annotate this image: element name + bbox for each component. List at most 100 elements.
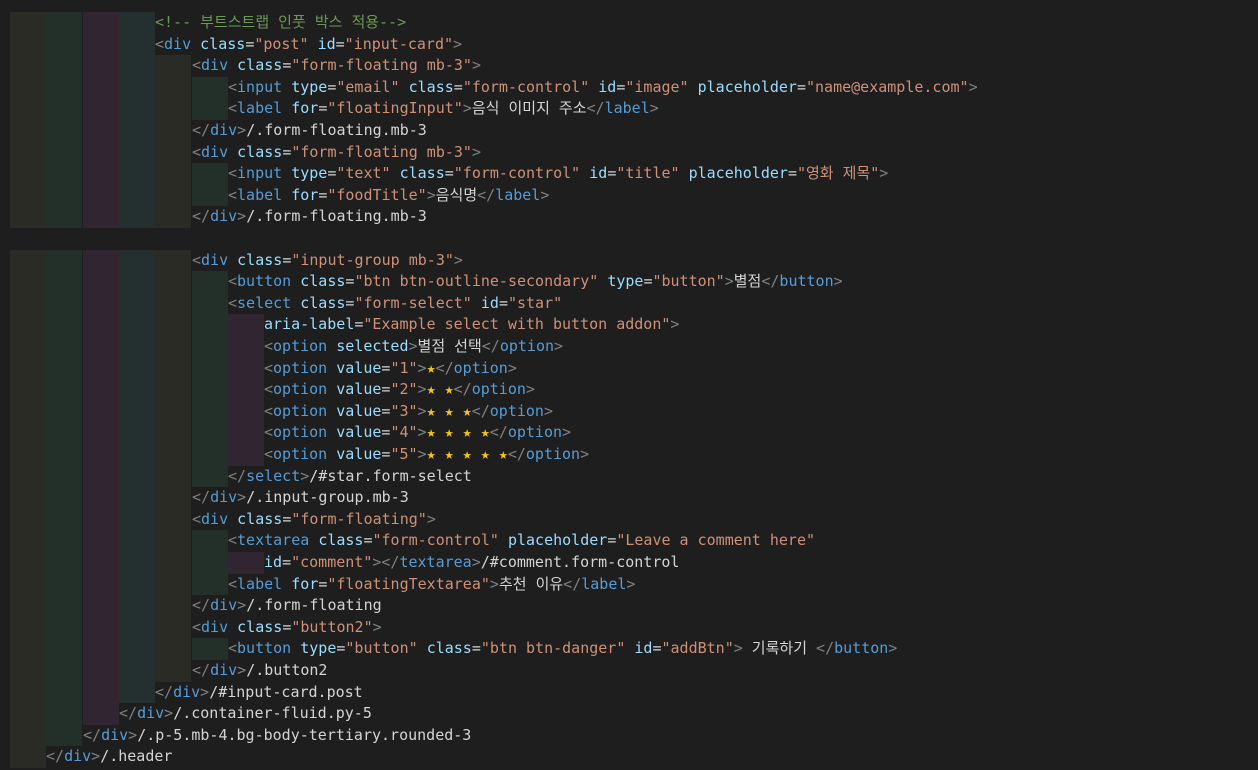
code-line[interactable]: <input type="email" class="form-control"…: [0, 77, 1258, 99]
code-token: "floatingInput": [327, 99, 463, 118]
code-token: textarea: [399, 553, 472, 571]
code-token: div: [201, 142, 229, 161]
code-line[interactable]: <div class="form-floating">: [0, 509, 1258, 531]
code-line[interactable]: </div>/#input-card.post: [0, 682, 1258, 704]
code-line[interactable]: <div class="button2">: [0, 617, 1258, 639]
code-token: type: [300, 639, 337, 658]
code-token: option: [273, 423, 328, 442]
code-token: >: [426, 509, 436, 528]
code-token: <: [228, 99, 238, 118]
code-text: </div>/.header: [46, 746, 172, 768]
code-token: div: [210, 121, 238, 139]
code-line[interactable]: <div class="post" id="input-card">: [0, 34, 1258, 56]
code-token: div: [64, 747, 92, 766]
code-text: <input type="email" class="form-control"…: [228, 77, 978, 99]
code-token: "3": [390, 401, 418, 420]
code-token: class: [237, 509, 283, 528]
code-token: =: [652, 639, 662, 658]
code-token: >: [453, 250, 463, 269]
code-line[interactable]: <option selected>별점 선택</option>: [0, 336, 1258, 358]
code-token: 별점: [733, 272, 762, 291]
code-token: >: [408, 337, 418, 355]
code-token: <: [264, 358, 274, 377]
code-line[interactable]: <option value="3">★ ★ ★</option>: [0, 401, 1258, 423]
code-text: </div>/.form-floating: [192, 595, 382, 617]
code-token: input: [237, 77, 283, 96]
code-line[interactable]: <div class="input-group mb-3">: [0, 250, 1258, 272]
code-token: <: [228, 639, 238, 658]
code-line[interactable]: <textarea class="form-control" placehold…: [0, 530, 1258, 552]
star-glyph: ★: [426, 358, 436, 377]
code-token: </: [192, 488, 211, 507]
code-line[interactable]: id="comment"></textarea>/#comment.form-c…: [0, 552, 1258, 574]
code-line[interactable]: </div>/.input-group.mb-3: [0, 487, 1258, 509]
code-line[interactable]: aria-label="Example select with button a…: [0, 314, 1258, 336]
code-token: >: [426, 185, 436, 204]
code-token: </: [489, 423, 508, 442]
code-token: </: [46, 747, 65, 766]
code-line[interactable]: <!-- 부트스트랩 인풋 박스 적용-->: [0, 12, 1258, 34]
code-text: <select class="form-select" id="star": [228, 293, 562, 315]
code-token: class: [318, 531, 364, 550]
code-line[interactable]: <label for="foodTitle">음식명</label>: [0, 185, 1258, 207]
code-token: option: [273, 358, 328, 377]
code-line[interactable]: <option value="5">★ ★ ★ ★ ★</option>: [0, 444, 1258, 466]
code-token: /#input-card.post: [209, 682, 363, 701]
code-editor[interactable]: <!-- 부트스트랩 인풋 박스 적용--> <div class="post" …: [0, 0, 1258, 770]
code-token: type: [291, 77, 328, 96]
code-token: "5": [390, 445, 418, 463]
code-token: button: [834, 639, 889, 658]
code-line[interactable]: </div>/.p-5.mb-4.bg-body-tertiary.rounde…: [0, 725, 1258, 747]
code-token: >: [670, 315, 680, 334]
code-line[interactable]: <option value="1">★</option>: [0, 358, 1258, 380]
code-token: /.container-fluid.py-5: [173, 704, 372, 723]
code-line[interactable]: <div class="form-floating mb-3">: [0, 55, 1258, 77]
code-line[interactable]: [0, 228, 1258, 250]
code-line[interactable]: </div>/.header: [0, 746, 1258, 768]
code-token: =: [282, 617, 292, 636]
star-glyph: ★ ★ ★ ★ ★: [426, 445, 508, 463]
code-token: =: [453, 77, 463, 96]
code-line[interactable]: <div class="form-floating mb-3">: [0, 142, 1258, 164]
code-text: <button class="btn btn-outline-secondary…: [228, 271, 843, 293]
code-token: div: [164, 34, 192, 53]
code-line[interactable]: </div>/.form-floating: [0, 595, 1258, 617]
code-token: /#comment.form-control: [480, 553, 680, 571]
code-token: label: [495, 185, 541, 204]
star-glyph: ★ ★: [426, 380, 454, 399]
code-token: input: [237, 164, 283, 183]
code-token: "form-floating mb-3": [291, 142, 472, 161]
code-line[interactable]: </div>/.button2: [0, 660, 1258, 682]
code-token: >: [300, 466, 310, 485]
code-line[interactable]: <option value="2">★ ★</option>: [0, 379, 1258, 401]
code-token: </: [816, 639, 835, 658]
code-text: <button type="button" class="btn btn-dan…: [228, 638, 897, 660]
code-line[interactable]: <button class="btn btn-outline-secondary…: [0, 271, 1258, 293]
code-token: <: [192, 56, 202, 75]
code-line[interactable]: <label for="floatingTextarea">추천 이유</lab…: [0, 574, 1258, 596]
code-line[interactable]: <input type="text" class="form-control" …: [0, 163, 1258, 185]
code-text: aria-label="Example select with button a…: [264, 314, 679, 336]
code-line[interactable]: </div>/.container-fluid.py-5: [0, 703, 1258, 725]
code-token: div: [210, 596, 238, 615]
code-token: label: [604, 99, 650, 118]
code-line[interactable]: <option value="4">★ ★ ★ ★</option>: [0, 422, 1258, 444]
code-token: option: [507, 423, 563, 442]
code-line[interactable]: </select>/#star.form-select: [0, 466, 1258, 488]
code-text: <div class="form-floating mb-3">: [192, 142, 481, 164]
code-line[interactable]: <button type="button" class="btn btn-dan…: [0, 638, 1258, 660]
code-line[interactable]: <select class="form-select" id="star": [0, 293, 1258, 315]
code-token: =: [282, 509, 292, 528]
code-line[interactable]: </div>/.form-floating.mb-3: [0, 120, 1258, 142]
code-token: id: [317, 34, 336, 53]
code-line[interactable]: <label for="floatingInput">음식 이미지 주소</la…: [0, 98, 1258, 120]
code-line[interactable]: </div>/.form-floating.mb-3: [0, 206, 1258, 228]
